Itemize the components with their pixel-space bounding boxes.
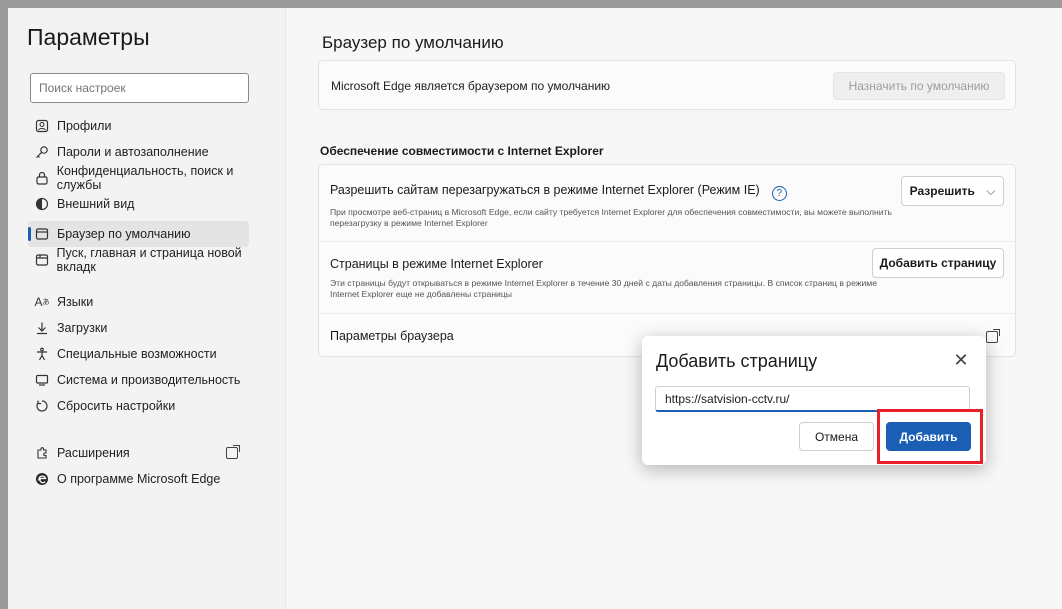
ie-reload-title-text: Разрешить сайтам перезагружаться в режим… [330, 183, 760, 197]
ie-pages-description: Эти страницы будут открываться в режиме … [330, 278, 877, 299]
sidebar-item-label: Профили [57, 119, 112, 133]
help-icon[interactable]: ? [771, 186, 787, 201]
sidebar-item-appearance[interactable]: Внешний вид [28, 191, 278, 217]
ie-reload-description: При просмотре веб-страниц в Microsoft Ed… [330, 207, 892, 228]
ie-reload-dropdown-label: Разрешить [909, 183, 975, 198]
sidebar-item-label: Пароли и автозаполнение [57, 145, 209, 159]
reset-icon [34, 398, 50, 414]
accessibility-icon [34, 346, 50, 362]
search-input[interactable] [30, 73, 249, 103]
add-page-button[interactable]: Добавить страницу [872, 248, 1004, 278]
profile-icon [34, 118, 50, 134]
sidebar-item-label: Пуск, главная и страница новой вкладк [56, 246, 242, 274]
sidebar-item-downloads[interactable]: Загрузки [28, 315, 278, 341]
browser-icon [34, 226, 50, 242]
set-default-button[interactable]: Назначить по умолчанию [833, 72, 1005, 100]
sidebar-item-label: Расширения [57, 446, 130, 460]
sidebar-item-system[interactable]: Система и производительность [28, 367, 278, 393]
dialog-title: Добавить страницу [656, 351, 818, 371]
sidebar-item-reset[interactable]: Сбросить настройки [28, 393, 278, 419]
ie-compatibility-card: Разрешить сайтам перезагружаться в режим… [318, 164, 1016, 357]
chevron-down-icon: ⌵ [986, 183, 996, 198]
external-link-icon[interactable] [986, 329, 1000, 343]
sidebar-item-extensions[interactable]: Расширения [28, 440, 278, 466]
edge-icon [34, 471, 50, 487]
sidebar-item-label: Внешний вид [57, 197, 135, 211]
settings-window: Параметры Профили Пароли и автозаполнени… [8, 8, 1062, 609]
sidebar-item-start-home[interactable]: Пуск, главная и страница новой вкладк [28, 246, 278, 274]
close-icon[interactable]: ✕ [950, 349, 972, 371]
sidebar-item-label: Конфиденциальность, поиск и службы [56, 164, 234, 192]
divider [319, 313, 1015, 314]
default-browser-card: Microsoft Edge является браузером по умо… [318, 60, 1016, 110]
sidebar: Параметры Профили Пароли и автозаполнени… [8, 8, 286, 609]
sidebar-item-label: Система и производительность [57, 373, 241, 387]
key-icon [34, 144, 50, 160]
ie-reload-title: Разрешить сайтам перезагружаться в режим… [330, 183, 787, 201]
sidebar-item-label: Браузер по умолчанию [57, 227, 191, 241]
sidebar-item-privacy[interactable]: Конфиденциальность, поиск и службы [28, 164, 278, 192]
page-title: Параметры [27, 24, 150, 50]
cancel-button[interactable]: Отмена [799, 422, 874, 451]
sidebar-item-label: Загрузки [57, 321, 108, 335]
external-link-icon [226, 445, 240, 459]
default-status-text: Microsoft Edge является браузером по умо… [331, 79, 611, 93]
main-content: Браузер по умолчанию Microsoft Edge явля… [287, 8, 1062, 609]
highlight-box [877, 409, 983, 464]
divider [319, 241, 1015, 242]
sidebar-item-label: Сбросить настройки [57, 399, 176, 413]
ie-compatibility-title: Обеспечение совместимости с Internet Exp… [320, 144, 604, 158]
sidebar-item-label: О программе Microsoft Edge [57, 472, 221, 486]
home-icon [34, 252, 50, 268]
sidebar-item-accessibility[interactable]: Специальные возможности [28, 341, 278, 367]
extensions-icon [34, 445, 50, 461]
sidebar-item-profiles[interactable]: Профили [28, 113, 278, 139]
system-icon [34, 372, 50, 388]
sidebar-item-label: Специальные возможности [57, 347, 217, 361]
appearance-icon [34, 196, 50, 212]
sidebar-item-passwords[interactable]: Пароли и автозаполнение [28, 139, 278, 165]
lock-icon [34, 170, 50, 186]
sidebar-item-about[interactable]: О программе Microsoft Edge [28, 466, 278, 492]
section-title-default-browser: Браузер по умолчанию [322, 33, 504, 52]
sidebar-item-languages[interactable]: Aあ Языки [28, 289, 278, 315]
language-icon: Aあ [34, 295, 50, 309]
browser-settings-link[interactable]: Параметры браузера [330, 329, 454, 343]
download-icon [34, 320, 50, 336]
ie-pages-title: Страницы в режиме Internet Explorer [330, 257, 543, 271]
sidebar-item-label: Языки [57, 295, 94, 309]
ie-reload-dropdown[interactable]: Разрешить ⌵ [901, 176, 1004, 206]
sidebar-item-default-browser[interactable]: Браузер по умолчанию [28, 221, 249, 247]
